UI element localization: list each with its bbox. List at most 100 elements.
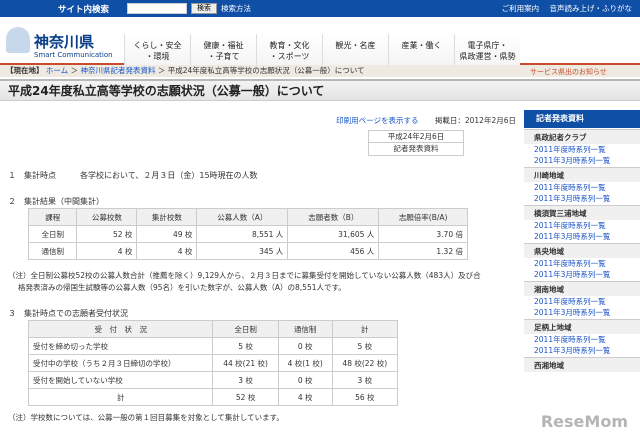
table-cell: 4 校 (136, 242, 198, 260)
section-3: ３ 集計時点での志願者受付状況 (8, 309, 128, 318)
publish-date: 掲載日：2012年2月6日 (434, 116, 516, 125)
breadcrumb-current: 平成24年度私立高等学校の志願状況（公募一般）について (167, 66, 365, 75)
table-cell: 52 校 (212, 388, 279, 406)
table-cell: 49 校 (136, 225, 198, 243)
table-cell: 4 校(1 校) (277, 354, 333, 372)
sidebar-region[interactable]: 県央地域 (524, 243, 640, 258)
table-cell: 計 (27, 388, 214, 406)
table-cell: 8,551 人 (196, 225, 289, 243)
table-cell: 受付を締め切った学校 (27, 337, 214, 355)
table-cell: 通信制 (27, 242, 78, 260)
table-cell: 5 校 (212, 337, 279, 355)
page-title: 平成24年度私立高等学校の志願状況（公募一般）について (0, 79, 640, 101)
section-1: １ 集計時点 各学校において、２月３日（金）15時現在の人数 (8, 171, 258, 180)
sidebar-link[interactable]: 2011年3月時系列一覧 (524, 269, 640, 280)
table-cell: 48 校(22 校) (331, 354, 399, 372)
site-header: 神奈川県 Smart Communication くらし・安全 ・環境 健康・福… (0, 17, 640, 72)
note-1: （注）全日制公募校52校の公募人数合計（推薦を除く）9,129人から、２月３日ま… (8, 271, 481, 280)
table-row: 受付を締め切った学校 5 校 0 校 5 校 (27, 337, 399, 355)
table-cell: 345 人 (196, 242, 289, 260)
print-row: 印刷用ページを表示する 掲載日：2012年2月6日 (336, 115, 516, 126)
table-cell: 4 校 (277, 388, 333, 406)
table-row: 計 52 校 4 校 56 校 (27, 388, 399, 406)
sidebar: 記者発表資料 県政記者クラブ 2011年度時系列一覧 2011年3月時系列一覧 … (524, 110, 640, 439)
search-button[interactable]: 検索 (191, 3, 217, 14)
sidebar-region[interactable]: 西湘地域 (524, 357, 640, 372)
sidebar-region[interactable]: 足柄上地域 (524, 319, 640, 334)
sidebar-heading: 記者発表資料 (524, 110, 640, 128)
top-bar: サイト内検索 検索 検索方法 ご利用案内 音声読み上げ・ふりがな (0, 0, 640, 17)
table-cell: 0 校 (277, 337, 333, 355)
table-cell: 3.70 倍 (378, 225, 468, 243)
sidebar-region[interactable]: 県政記者クラブ (524, 129, 640, 144)
table-cell: 全日制 (27, 225, 78, 243)
table-cell: 受付を開始していない学校 (27, 371, 214, 389)
table-header: 志願倍率(B/A) (378, 208, 468, 226)
section-2: ２ 集計結果（中間集計） (8, 197, 104, 206)
sidebar-link[interactable]: 2011年度時系列一覧 (524, 182, 640, 193)
sidebar-link[interactable]: 2011年3月時系列一覧 (524, 193, 640, 204)
sidebar-region[interactable]: 横須賀三浦地域 (524, 205, 640, 220)
site-logo[interactable]: 神奈川県 (34, 31, 94, 52)
sidebar-link[interactable]: 2011年度時系列一覧 (524, 220, 640, 231)
table-cell: 31,605 人 (287, 225, 380, 243)
results-table: 課程 公募校数 集計校数 公募人数（A） 志願者数（B） 志願倍率(B/A) 全… (27, 208, 468, 260)
table-cell: 受付中の学校（うち２月３日締切の学校） (27, 354, 214, 372)
breadcrumb-separator: ＞ (157, 66, 166, 75)
sidebar-region[interactable]: 川崎地域 (524, 167, 640, 182)
table-header: 公募人数（A） (196, 208, 289, 226)
table-cell: 52 校 (76, 225, 138, 243)
table-cell: 0 校 (277, 371, 333, 389)
table-cell: 56 校 (331, 388, 399, 406)
breadcrumb-home[interactable]: ホーム (46, 66, 68, 75)
table-cell: 4 校 (76, 242, 138, 260)
site-tagline: Smart Communication (34, 51, 113, 59)
sidebar-link[interactable]: 2011年3月時系列一覧 (524, 231, 640, 242)
table-row: 受付中の学校（うち２月３日締切の学校） 44 校(21 校) 4 校(1 校) … (27, 354, 399, 372)
sidebar-link[interactable]: 2011年度時系列一覧 (524, 144, 640, 155)
breadcrumb-separator: ＞ (70, 66, 79, 75)
breadcrumb-tag: 【現在地】 (6, 66, 44, 75)
sidebar-link[interactable]: 2011年3月時系列一覧 (524, 155, 640, 166)
table-header: 集計校数 (136, 208, 198, 226)
search-method-link[interactable]: 検索方法 (221, 3, 251, 14)
breadcrumb-section[interactable]: 神奈川県記者発表資料 (80, 66, 155, 75)
prefecture-emblem-icon[interactable] (6, 27, 30, 53)
press-notice-box: 平成24年2月6日 記者発表資料 (368, 130, 464, 156)
table-row: 全日制 52 校 49 校 8,551 人 31,605 人 3.70 倍 (27, 225, 468, 243)
sidebar-link[interactable]: 2011年度時系列一覧 (524, 258, 640, 269)
table-header: 課程 (27, 208, 78, 226)
table-header: 全日制 (212, 320, 279, 338)
watermark-logo: ReseMom (540, 412, 628, 431)
sidebar-link[interactable]: 2011年度時系列一覧 (524, 334, 640, 345)
sidebar-region[interactable]: 湘南地域 (524, 281, 640, 296)
note-1-cont: 格発表済みの帰国生試験等の公募人数（95名）を引いた数字が、公募人数（A）の8,… (18, 283, 346, 292)
main-content: 印刷用ページを表示する 掲載日：2012年2月6日 平成24年2月6日 記者発表… (0, 110, 516, 439)
note-2: （注）学校数については、公募一般の第１回目募集を対象として集計しています。 (8, 413, 284, 422)
search-input[interactable] (127, 3, 187, 14)
table-cell: 3 校 (331, 371, 399, 389)
table-cell: 3 校 (212, 371, 279, 389)
status-table: 受 付 状 況 全日制 通信制 計 受付を締め切った学校 5 校 0 校 5 校… (27, 320, 399, 406)
sidebar-link[interactable]: 2011年3月時系列一覧 (524, 307, 640, 318)
table-header: 計 (331, 320, 399, 338)
table-cell: 1.32 倍 (378, 242, 468, 260)
service-notice-link[interactable]: サービス県出のお知らせ (530, 67, 607, 77)
table-cell: 44 校(21 校) (212, 354, 279, 372)
sidebar-link[interactable]: 2011年度時系列一覧 (524, 296, 640, 307)
table-cell: 5 校 (331, 337, 399, 355)
table-header: 通信制 (277, 320, 333, 338)
table-row: 通信制 4 校 4 校 345 人 456 人 1.32 倍 (27, 242, 468, 260)
table-header: 志願者数（B） (287, 208, 380, 226)
site-search-label: サイト内検索 (58, 5, 110, 15)
table-cell: 456 人 (287, 242, 380, 260)
read-aloud-link[interactable]: 音声読み上げ・ふりがな (550, 4, 633, 13)
print-page-link[interactable]: 印刷用ページを表示する (336, 116, 418, 125)
table-header: 公募校数 (76, 208, 138, 226)
sidebar-link[interactable]: 2011年3月時系列一覧 (524, 345, 640, 356)
usage-guide-link[interactable]: ご利用案内 (502, 4, 540, 13)
notice-date: 平成24年2月6日 (369, 131, 463, 143)
table-row: 受付を開始していない学校 3 校 0 校 3 校 (27, 371, 399, 389)
top-links: ご利用案内 音声読み上げ・ふりがな (494, 3, 632, 14)
table-header: 受 付 状 況 (27, 320, 214, 338)
